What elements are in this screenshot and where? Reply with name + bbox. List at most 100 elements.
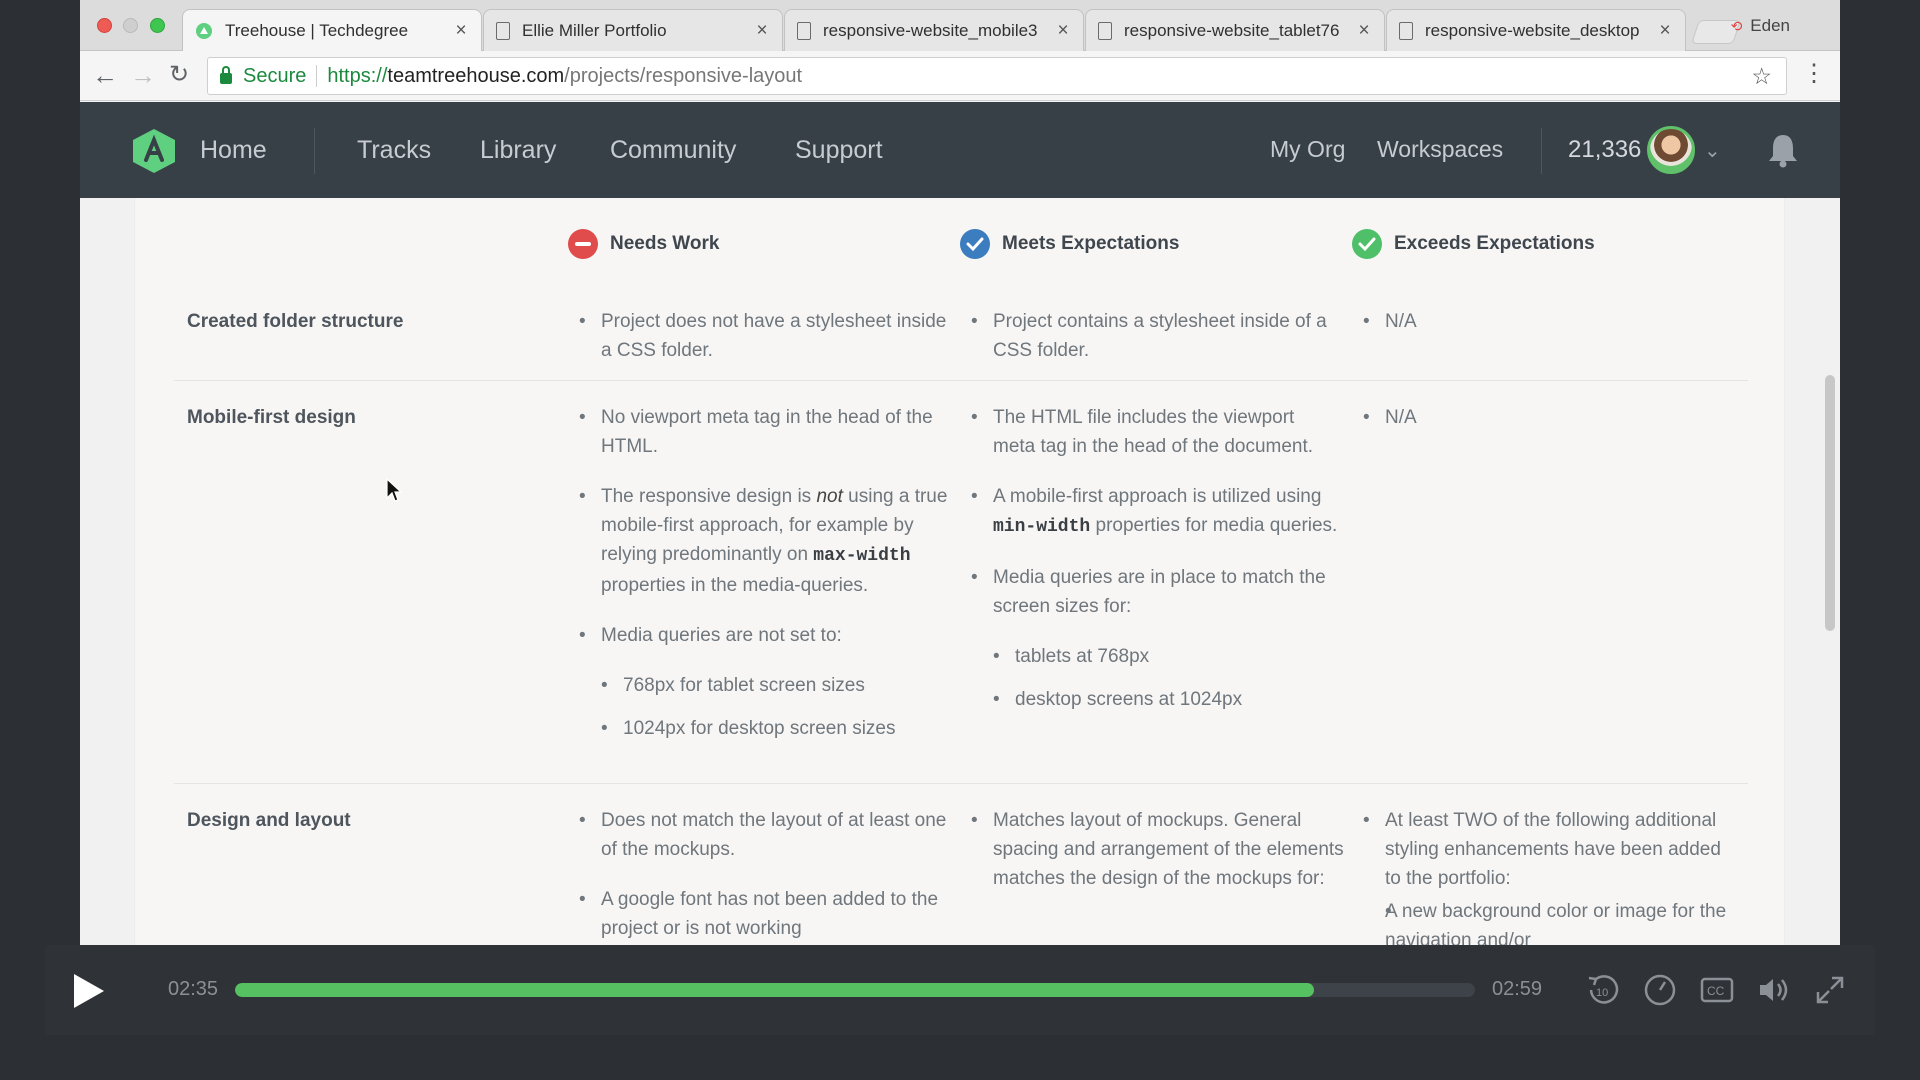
column-header-exceeds: Exceeds Expectations — [1352, 229, 1595, 259]
browser-toolbar: ← → ↻ Secure https:// teamtreehouse.com … — [80, 51, 1840, 101]
list-item: Project contains a stylesheet inside of … — [971, 307, 1341, 365]
column-label: Meets Expectations — [1002, 233, 1180, 254]
rubric-cell-exceeds: At least TWO of the following additional… — [1363, 806, 1733, 946]
svg-text:CC: CC — [1707, 984, 1725, 998]
chevron-down-icon[interactable]: ⌄ — [1704, 138, 1721, 163]
column-header-needs-work: Needs Work — [568, 229, 719, 259]
criterion-label: Mobile-first design — [187, 407, 356, 428]
list-item: The HTML file includes the viewport meta… — [971, 403, 1341, 461]
nav-tracks[interactable]: Tracks — [357, 136, 431, 165]
duration: 02:59 — [1492, 978, 1543, 1000]
tab-tablet-mockup[interactable]: responsive-website_tablet76 × — [1085, 9, 1385, 51]
list-item: A google font has not been added to the … — [579, 885, 949, 943]
row-divider — [174, 380, 1748, 381]
browser-window: Treehouse | Techdegree × Ellie Miller Po… — [80, 0, 1840, 945]
fullscreen-icon[interactable] — [1812, 972, 1848, 1008]
nav-workspaces[interactable]: Workspaces — [1377, 136, 1503, 163]
tab-title: responsive-website_tablet76 — [1124, 20, 1340, 40]
tab-mobile-mockup[interactable]: responsive-website_mobile3 × — [784, 9, 1084, 51]
volume-icon[interactable] — [1756, 972, 1792, 1008]
list-item-text: The responsive design is — [601, 486, 817, 507]
list-item: Matches layout of mockups. General spaci… — [971, 806, 1346, 893]
site-header: Home Tracks Library Community Support My… — [80, 102, 1840, 198]
play-icon[interactable] — [74, 974, 104, 1008]
svg-text:10: 10 — [1596, 987, 1608, 999]
minimize-window-button[interactable] — [123, 18, 138, 33]
browser-menu-icon[interactable]: ⋮ — [1802, 61, 1826, 87]
url-host: teamtreehouse.com — [387, 64, 565, 87]
speed-icon[interactable] — [1642, 972, 1678, 1008]
list-item: The responsive design is not using a tru… — [579, 482, 949, 600]
list-item: Does not match the layout of at least on… — [579, 806, 949, 864]
back-arrow-icon[interactable]: ← — [92, 61, 118, 89]
nav-support[interactable]: Support — [795, 136, 883, 165]
tab-treehouse[interactable]: Treehouse | Techdegree × — [182, 9, 482, 51]
bell-icon[interactable] — [1766, 132, 1800, 168]
criterion-label: Design and layout — [187, 810, 351, 831]
reload-icon[interactable]: ↻ — [169, 61, 189, 89]
page-favicon-icon — [1098, 21, 1112, 40]
rubric-cell-meets: Matches layout of mockups. General spaci… — [971, 806, 1346, 946]
rewind-10-icon[interactable]: 10 — [1585, 972, 1621, 1008]
nav-library[interactable]: Library — [480, 136, 556, 165]
tab-title: Treehouse | Techdegree — [225, 20, 409, 40]
captions-icon[interactable]: CC — [1699, 972, 1735, 1008]
list-item-text: properties in the media-queries. — [601, 575, 869, 596]
sub-list-item: tablets at 768px — [971, 642, 1341, 671]
address-divider — [316, 65, 318, 87]
list-item: N/A — [1363, 307, 1723, 336]
tab-title: responsive-website_desktop — [1425, 20, 1640, 40]
close-tab-icon[interactable]: × — [453, 20, 469, 42]
close-tab-icon[interactable]: × — [1356, 20, 1372, 42]
rubric-cell-needs-work: No viewport meta tag in the head of the … — [579, 403, 949, 757]
nav-my-org[interactable]: My Org — [1270, 136, 1345, 163]
criterion-label: Created folder structure — [187, 311, 404, 332]
rubric-cell-meets: Project contains a stylesheet inside of … — [971, 307, 1341, 386]
rubric-cell-meets: The HTML file includes the viewport meta… — [971, 403, 1341, 728]
close-tab-icon[interactable]: × — [1657, 20, 1673, 42]
tab-portfolio[interactable]: Ellie Miller Portfolio × — [483, 9, 783, 51]
check-circle-icon — [1352, 229, 1382, 259]
column-label: Needs Work — [610, 233, 720, 254]
column-label: Exceeds Expectations — [1394, 233, 1595, 254]
nav-divider — [314, 128, 315, 174]
url-scheme: https:// — [327, 64, 388, 87]
nav-divider — [1541, 128, 1542, 174]
code-snippet: min-width — [993, 517, 1091, 537]
list-item: Media queries are not set to: — [579, 621, 949, 650]
video-controls: 02:35 02:59 10 CC — [45, 945, 1875, 1035]
bookmark-star-icon[interactable]: ☆ — [1751, 63, 1772, 90]
close-tab-icon[interactable]: × — [754, 20, 770, 42]
sub-list-item: desktop screens at 1024px — [971, 685, 1341, 714]
treehouse-logo-icon[interactable] — [132, 128, 176, 174]
sub-list-item: 1024px for desktop screen sizes — [579, 714, 949, 743]
avatar[interactable] — [1647, 126, 1695, 174]
progress-bar[interactable] — [235, 983, 1475, 997]
list-item-emphasis: not — [816, 486, 843, 507]
page-scrollbar[interactable] — [1825, 375, 1835, 631]
nav-community[interactable]: Community — [610, 136, 736, 165]
nav-home[interactable]: Home — [200, 136, 267, 165]
code-snippet: max-width — [813, 546, 911, 566]
tab-strip: Treehouse | Techdegree × Ellie Miller Po… — [80, 0, 1840, 51]
current-time: 02:35 — [168, 978, 219, 1000]
profile-button[interactable]: ⟲ Eden — [1731, 16, 1790, 36]
page-favicon-icon — [797, 21, 811, 40]
maximize-window-button[interactable] — [150, 18, 165, 33]
list-item: A mobile-first approach is utilized usin… — [971, 482, 1341, 542]
page-favicon-icon — [1399, 21, 1413, 40]
close-tab-icon[interactable]: × — [1055, 20, 1071, 42]
forward-arrow-icon[interactable]: → — [130, 61, 156, 89]
list-item: Project does not have a stylesheet insid… — [579, 307, 949, 365]
tab-desktop-mockup[interactable]: responsive-website_desktop × — [1386, 9, 1686, 51]
check-circle-icon — [960, 229, 990, 259]
rubric-cell-exceeds: N/A — [1363, 307, 1723, 357]
tab-title: responsive-website_mobile3 — [823, 20, 1038, 40]
profile-icon: ⟲ — [1730, 17, 1743, 34]
column-header-meets: Meets Expectations — [960, 229, 1179, 259]
secure-label: Secure — [243, 64, 307, 87]
list-item-text: properties for media queries. — [1090, 515, 1338, 536]
address-bar[interactable]: Secure https:// teamtreehouse.com /proje… — [207, 57, 1787, 95]
close-window-button[interactable] — [97, 18, 112, 33]
mouse-cursor-icon — [386, 478, 402, 502]
